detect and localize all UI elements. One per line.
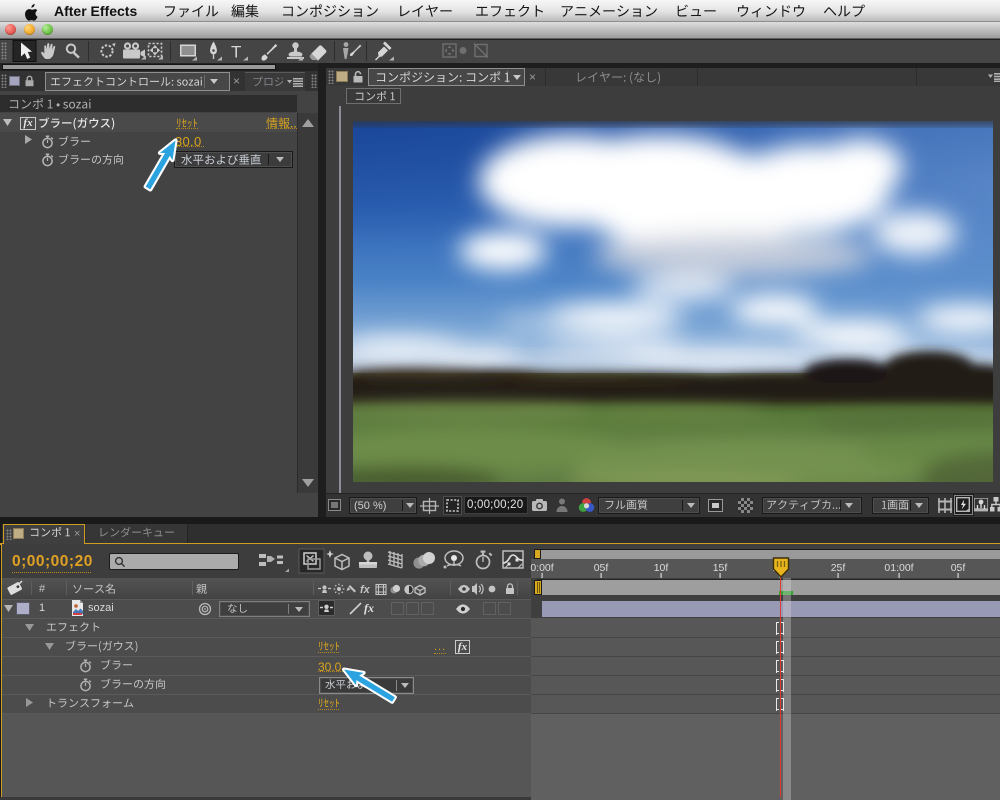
svg-text:05f: 05f — [594, 562, 609, 574]
svg-text:01:00f: 01:00f — [884, 562, 913, 574]
svg-text:0:00f: 0:00f — [530, 562, 553, 574]
svg-text:fx: fx — [360, 584, 371, 596]
svg-text:15f: 15f — [713, 562, 728, 574]
svg-text:05f: 05f — [951, 562, 966, 574]
svg-text:10f: 10f — [654, 562, 669, 574]
svg-text:T: T — [231, 43, 241, 62]
svg-text:25f: 25f — [831, 562, 846, 574]
